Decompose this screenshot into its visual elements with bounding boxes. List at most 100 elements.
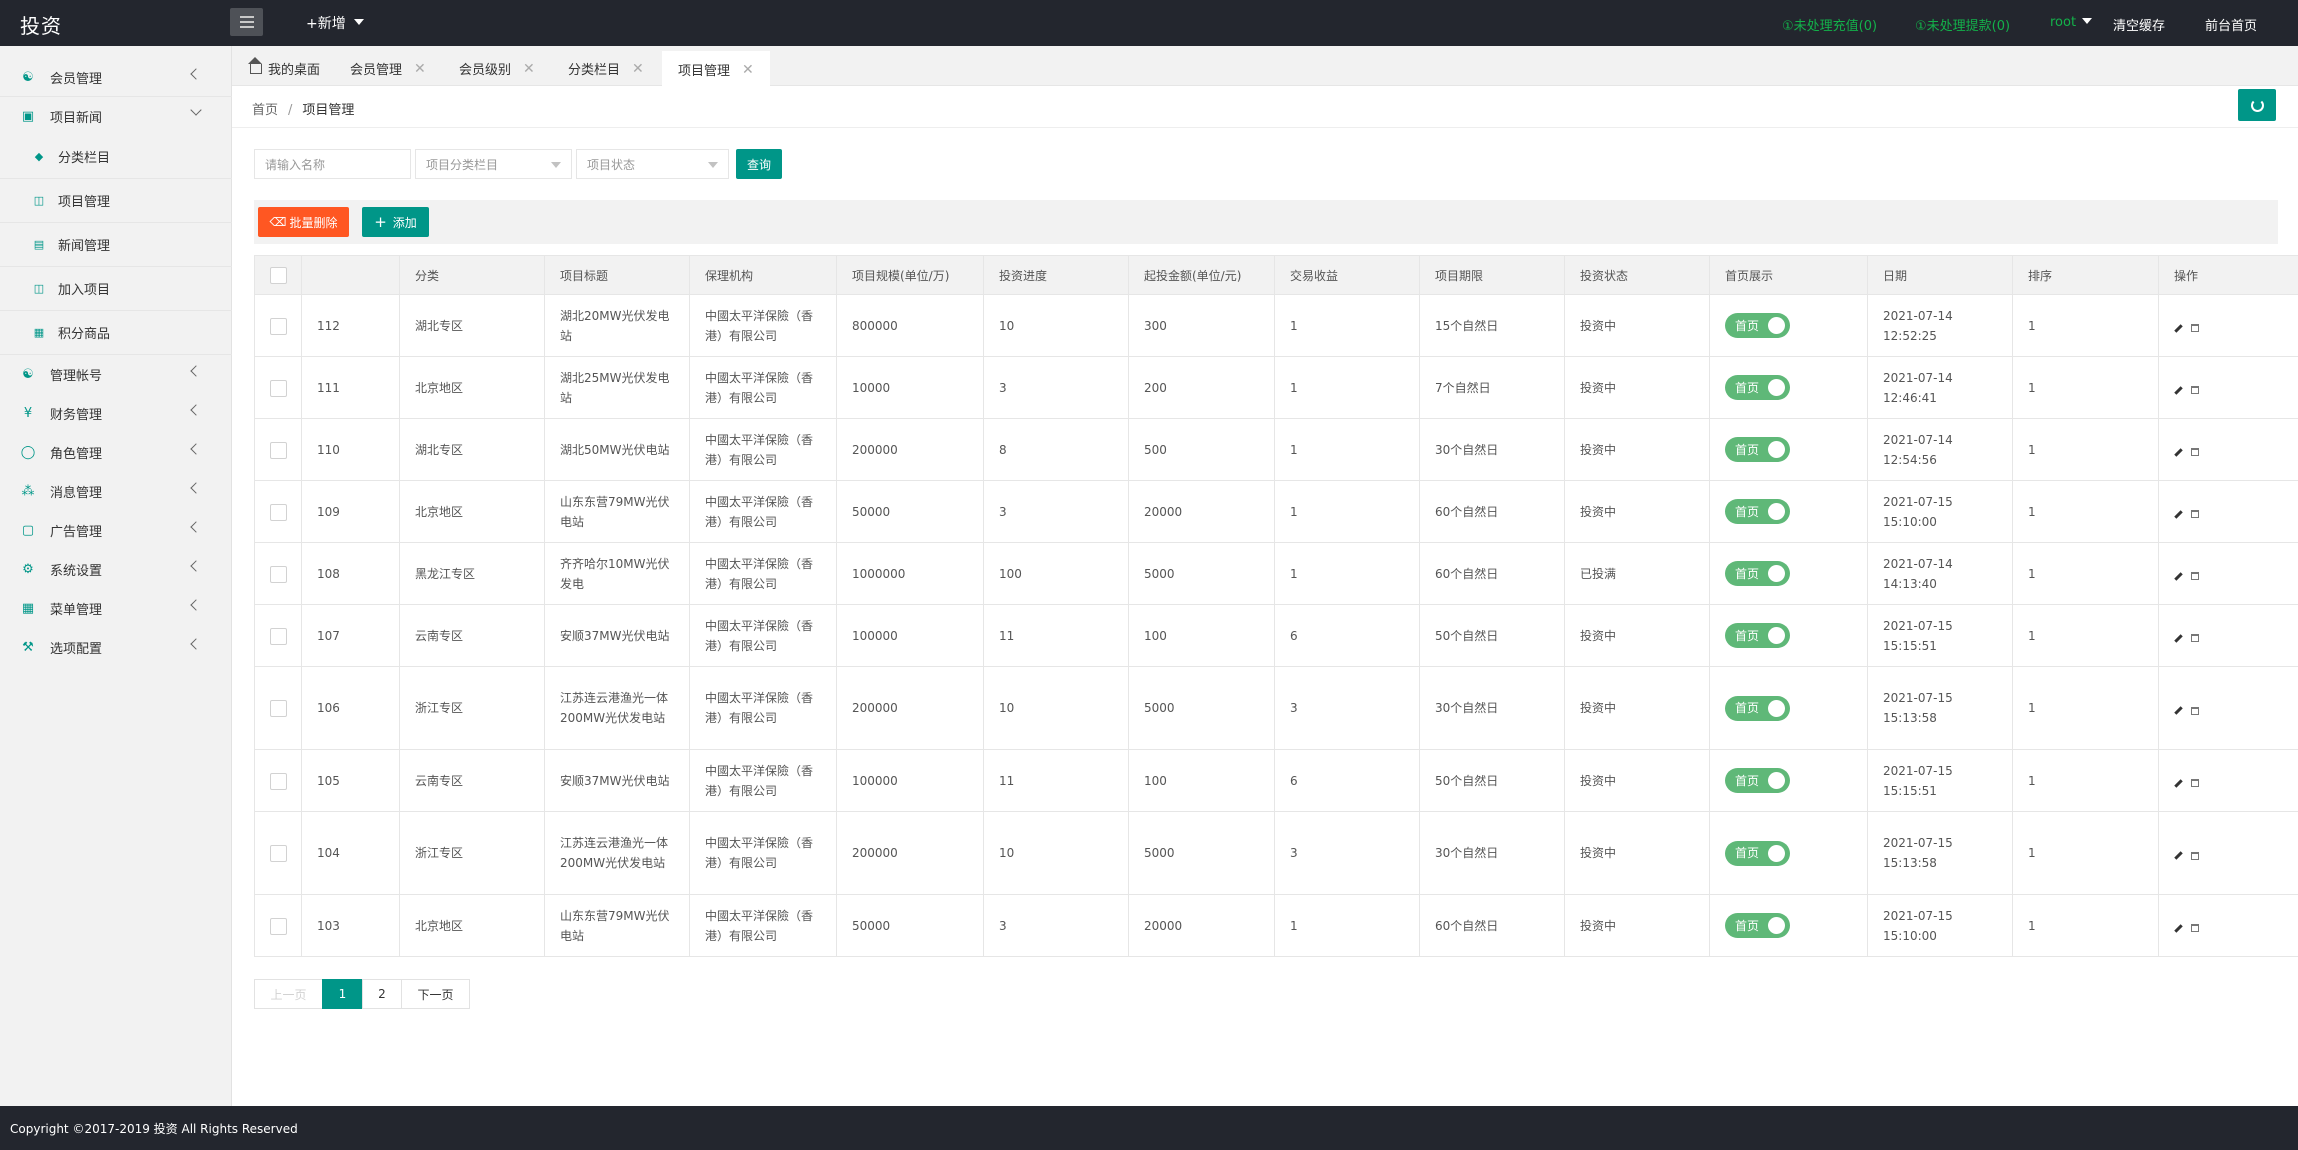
next-page-button[interactable]: 下一页 bbox=[401, 979, 470, 1009]
row-select-cell bbox=[254, 542, 302, 605]
sidebar-item-ad[interactable]: ▢ 广告管理 bbox=[0, 511, 232, 549]
trash-icon[interactable] bbox=[2191, 572, 2199, 580]
select-all-cell bbox=[254, 255, 302, 295]
edit-icon[interactable] bbox=[2174, 509, 2183, 519]
trash-icon[interactable] bbox=[2191, 779, 2199, 787]
cell-date: 2021-07-15 15:10:00 bbox=[1867, 480, 2013, 543]
home-display-toggle[interactable]: 首页 bbox=[1725, 913, 1790, 938]
sidebar-subitem-news-manage[interactable]: ▤ 新闻管理 bbox=[0, 223, 232, 267]
cell-yield: 6 bbox=[1274, 749, 1420, 812]
edit-icon[interactable] bbox=[2174, 571, 2183, 581]
pending-recharge-link[interactable]: ①未处理充值(0) bbox=[1782, 15, 1877, 34]
select-all-checkbox[interactable] bbox=[270, 266, 287, 284]
trash-icon[interactable] bbox=[2191, 851, 2199, 860]
trash-icon[interactable] bbox=[2191, 324, 2199, 332]
prev-page-button[interactable]: 上一页 bbox=[254, 979, 323, 1009]
trash-icon[interactable] bbox=[2191, 706, 2199, 715]
query-button[interactable]: 查询 bbox=[736, 149, 782, 179]
sidebar-item-member[interactable]: ☯ 会员管理 bbox=[0, 58, 232, 96]
pending-withdraw-link[interactable]: ①未处理提款(0) bbox=[1915, 15, 2010, 34]
edit-icon[interactable] bbox=[2174, 447, 2183, 457]
row-checkbox[interactable] bbox=[270, 700, 287, 717]
edit-icon[interactable] bbox=[2174, 323, 2183, 333]
edit-icon[interactable] bbox=[2174, 923, 2183, 933]
breadcrumb-home-link[interactable]: 首页 bbox=[252, 103, 278, 118]
sidebar-item-menu[interactable]: ▦ 菜单管理 bbox=[0, 589, 232, 627]
home-display-toggle[interactable]: 首页 bbox=[1725, 768, 1790, 793]
cell-org: 中國太平洋保險（香港）有限公司 bbox=[689, 480, 837, 543]
column-header: 投资进度 bbox=[983, 255, 1129, 295]
close-icon[interactable]: ✕ bbox=[414, 61, 426, 77]
home-display-toggle[interactable]: 首页 bbox=[1725, 375, 1790, 400]
row-checkbox[interactable] bbox=[270, 845, 287, 862]
clear-cache-link[interactable]: 清空缓存 bbox=[2113, 15, 2165, 34]
tab-my-desktop[interactable]: 我的桌面 bbox=[248, 51, 320, 86]
row-checkbox[interactable] bbox=[270, 565, 287, 583]
caret-down-icon bbox=[551, 162, 561, 168]
edit-icon[interactable] bbox=[2174, 706, 2183, 715]
edit-icon[interactable] bbox=[2174, 778, 2183, 788]
sidebar-item-finance[interactable]: ¥ 财务管理 bbox=[0, 394, 232, 432]
cell-term: 50个自然日 bbox=[1419, 749, 1565, 812]
cell-category: 浙江专区 bbox=[399, 811, 545, 895]
row-checkbox[interactable] bbox=[270, 379, 287, 397]
trash-icon[interactable] bbox=[2191, 924, 2199, 932]
caret-down-icon bbox=[353, 19, 364, 25]
refresh-button[interactable] bbox=[2238, 89, 2276, 121]
sidebar-item-system[interactable]: ⚙ 系统设置 bbox=[0, 550, 232, 588]
home-display-toggle[interactable]: 首页 bbox=[1725, 437, 1790, 462]
status-select[interactable]: 项目状态 bbox=[576, 149, 729, 179]
sidebar-item-options[interactable]: ⚒ 选项配置 bbox=[0, 628, 232, 666]
sidebar-item-admin-account[interactable]: ☯ 管理帐号 bbox=[0, 355, 232, 393]
user-menu[interactable]: root bbox=[2050, 15, 2093, 30]
page-button-2[interactable]: 2 bbox=[362, 979, 402, 1009]
edit-icon[interactable] bbox=[2174, 633, 2183, 643]
row-checkbox[interactable] bbox=[270, 627, 287, 645]
category-select[interactable]: 项目分类栏目 bbox=[415, 149, 572, 179]
tab-category[interactable]: 分类栏目 ✕ bbox=[568, 51, 644, 86]
close-icon[interactable]: ✕ bbox=[523, 61, 535, 77]
sidebar-item-project-news[interactable]: ▣ 项目新闻 bbox=[0, 97, 232, 135]
cell-category: 云南专区 bbox=[399, 749, 545, 812]
frontend-home-link[interactable]: 前台首页 bbox=[2205, 15, 2257, 34]
row-checkbox[interactable] bbox=[270, 317, 287, 335]
tab-project-manage[interactable]: 项目管理 ✕ bbox=[662, 51, 770, 86]
cell-scale: 50000 bbox=[836, 480, 984, 543]
row-checkbox[interactable] bbox=[270, 917, 287, 935]
home-display-toggle[interactable]: 首页 bbox=[1725, 840, 1790, 866]
close-icon[interactable]: ✕ bbox=[742, 62, 754, 78]
add-button[interactable]: + 添加 bbox=[362, 207, 429, 237]
home-display-toggle[interactable]: 首页 bbox=[1725, 695, 1790, 721]
trash-icon[interactable] bbox=[2191, 386, 2199, 394]
trash-icon[interactable] bbox=[2191, 510, 2199, 518]
tab-member-level[interactable]: 会员级别 ✕ bbox=[459, 51, 535, 86]
cell-actions bbox=[2158, 294, 2298, 357]
cell-scale: 1000000 bbox=[836, 542, 984, 605]
new-menu-button[interactable]: +新增 bbox=[306, 13, 364, 33]
sidebar-toggle-button[interactable] bbox=[230, 8, 263, 36]
sidebar-subitem-project-manage[interactable]: ◫ 项目管理 bbox=[0, 179, 232, 223]
sidebar-subitem-join-project[interactable]: ◫ 加入项目 bbox=[0, 267, 232, 311]
row-checkbox[interactable] bbox=[270, 441, 287, 459]
trash-icon[interactable] bbox=[2191, 448, 2199, 456]
sidebar-item-message[interactable]: ⁂ 消息管理 bbox=[0, 472, 232, 510]
cell-scale: 50000 bbox=[836, 894, 984, 957]
home-display-toggle[interactable]: 首页 bbox=[1725, 313, 1790, 338]
name-search-input[interactable]: 请输入名称 bbox=[254, 149, 411, 179]
page-button-1[interactable]: 1 bbox=[322, 979, 363, 1009]
row-checkbox[interactable] bbox=[270, 503, 287, 521]
batch-delete-button[interactable]: ⌫ 批量删除 bbox=[258, 207, 349, 237]
home-display-toggle[interactable]: 首页 bbox=[1725, 499, 1790, 524]
home-display-toggle[interactable]: 首页 bbox=[1725, 561, 1790, 586]
sidebar-subitem-points-goods[interactable]: ▦ 积分商品 bbox=[0, 311, 232, 355]
cell-progress: 8 bbox=[983, 418, 1129, 481]
row-checkbox[interactable] bbox=[270, 772, 287, 790]
sidebar-item-role[interactable]: ◯ 角色管理 bbox=[0, 433, 232, 471]
close-icon[interactable]: ✕ bbox=[632, 61, 644, 77]
edit-icon[interactable] bbox=[2174, 851, 2183, 860]
trash-icon[interactable] bbox=[2191, 634, 2199, 642]
sidebar-subitem-category[interactable]: ◆ 分类栏目 bbox=[0, 135, 232, 179]
home-display-toggle[interactable]: 首页 bbox=[1725, 623, 1790, 648]
tab-member-manage[interactable]: 会员管理 ✕ bbox=[350, 51, 426, 86]
edit-icon[interactable] bbox=[2174, 385, 2183, 395]
